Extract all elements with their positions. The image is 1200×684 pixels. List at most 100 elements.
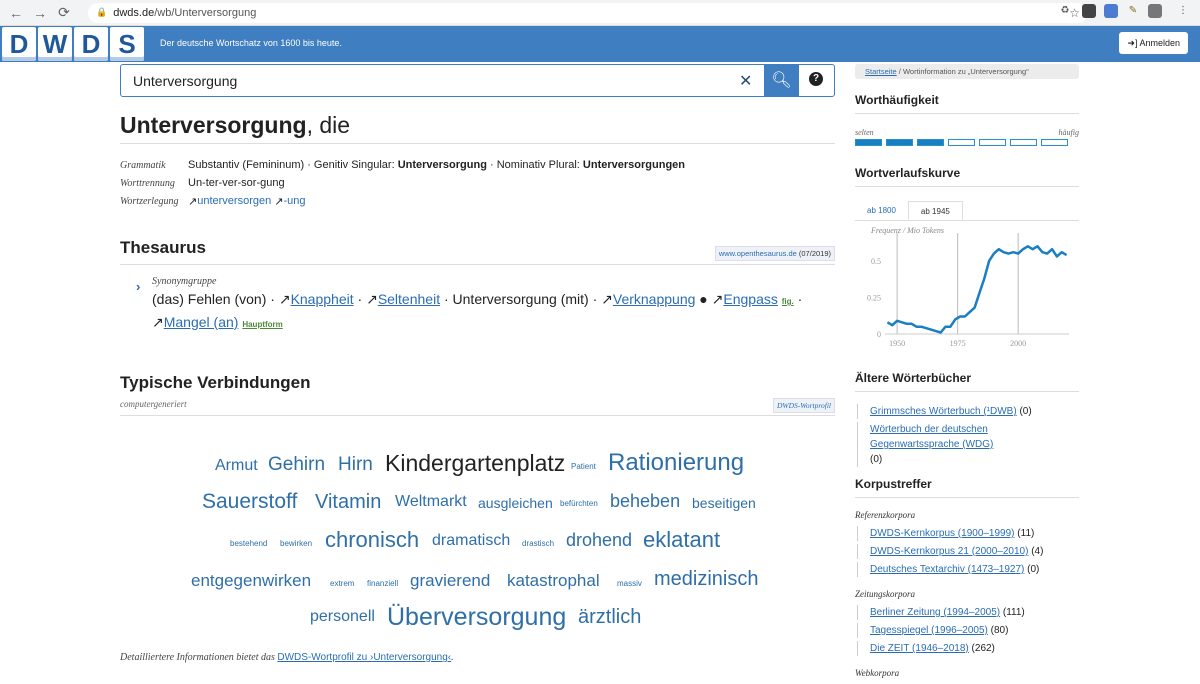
older-dictionaries-list: Grimmsches Wörterbuch (¹DWB) (0) Wörterb… [855, 404, 1079, 467]
collocation-word[interactable]: eklatant [643, 529, 720, 551]
y-tick-label: 0.5 [871, 257, 881, 266]
recycle-extension-icon[interactable]: ♻ [1058, 4, 1072, 18]
camera-extension-icon[interactable] [1104, 4, 1118, 18]
synonym-line: ↗Mangel (an) Hauptform [152, 312, 835, 335]
collocations-heading: Typische Verbindungen [120, 373, 835, 395]
x-tick-label: 1975 [950, 339, 966, 348]
dictionary-link[interactable]: Wörterbuch der deutschen Gegenwartssprac… [870, 424, 993, 450]
hit-count: (0) [1019, 406, 1032, 417]
corpus-link[interactable]: Tagesspiegel (1996–2005) [870, 625, 988, 636]
collocation-word[interactable]: drohend [566, 531, 632, 549]
list-item: Tagesspiegel (1996–2005) (80) [857, 623, 1079, 638]
wortprofil-link[interactable]: DWDS-Wortprofil zu ›Unterversorgung‹ [277, 652, 451, 663]
collocation-word[interactable]: Patient [571, 463, 596, 471]
lemma-article: , die [306, 112, 351, 138]
collocation-word[interactable]: bewirken [280, 540, 312, 548]
synonym-link[interactable]: Engpass [723, 291, 777, 307]
collocation-word[interactable]: beheben [610, 492, 680, 510]
collocation-word[interactable]: Kindergartenplatz [385, 452, 565, 475]
collocation-word[interactable]: dramatisch [432, 533, 510, 549]
synonym-link[interactable]: Verknappung [613, 291, 696, 307]
decomposition-link[interactable]: -ung [284, 195, 306, 207]
collocation-word[interactable]: katastrophal [507, 572, 600, 589]
synonym-link[interactable]: Seltenheit [378, 291, 440, 307]
reload-icon[interactable]: ⟳ [54, 3, 74, 23]
collocation-word[interactable]: Weltmarkt [395, 494, 467, 510]
address-bar[interactable]: 🔒 dwds.de/wb/Unterversorgung ☆ [88, 2, 1088, 23]
main-content: Unterversorgung, die Grammatik Substanti… [120, 112, 835, 632]
collocation-word[interactable]: beseitigen [692, 496, 756, 510]
synonym-link[interactable]: Mangel (an) [164, 314, 239, 330]
frequency-heading: Worthäufigkeit [855, 93, 1079, 114]
corpus-link[interactable]: DWDS-Kernkorpus (1900–1999) [870, 528, 1015, 539]
collocation-word[interactable]: bestehend [230, 540, 267, 548]
arrow-icon: ↗ [366, 291, 378, 307]
decomposition-row: Wortzerlegung ↗ unterversorgen ↗ -ung [120, 192, 835, 210]
collocation-word[interactable]: Rationierung [608, 451, 744, 475]
collocation-word[interactable]: personell [310, 609, 375, 625]
grammar-text: · Nominativ Plural: [486, 159, 583, 171]
help-icon[interactable]: ? [809, 72, 823, 86]
forward-icon[interactable]: → [30, 3, 50, 23]
collocation-word[interactable]: medizinisch [654, 569, 758, 589]
thesaurus-heading-text: Thesaurus [120, 238, 206, 257]
dwds-logo[interactable]: D W D S [2, 27, 144, 61]
corpus-link[interactable]: Die ZEIT (1946–2018) [870, 643, 969, 654]
y-axis-label: Frequenz / Mio Tokens [870, 226, 944, 235]
collocation-word[interactable]: befürchten [560, 500, 598, 508]
hyphenation-value: Un-ter-ver-sor-gung [188, 177, 285, 189]
menu-icon[interactable]: ⋮ [1176, 4, 1190, 18]
decomposition-link[interactable]: unterversorgen [197, 195, 271, 207]
collocation-word[interactable]: Armut [215, 458, 258, 474]
url-host: dwds.de [113, 6, 155, 19]
list-item: Wörterbuch der deutschen Gegenwartssprac… [857, 422, 1007, 467]
corpus-link[interactable]: DWDS-Kernkorpus 21 (2000–2010) [870, 546, 1028, 557]
chevron-right-icon[interactable]: › [136, 276, 140, 297]
word-cloud: Armut Gehirn Hirn Kindergartenplatz Patient R… [120, 416, 835, 632]
collocation-word[interactable]: massiv [617, 580, 642, 588]
login-button[interactable]: ➜] Anmelden [1119, 32, 1188, 54]
freq-high-label: häufig [1058, 128, 1079, 137]
main-form-tag: Hauptform [242, 320, 283, 329]
collocation-word[interactable]: drastisch [522, 540, 554, 548]
collocation-word[interactable]: Gehirn [268, 455, 325, 474]
collocation-word[interactable]: ausgleichen [478, 496, 553, 510]
decomposition-key: Wortzerlegung [120, 195, 179, 207]
thesaurus-heading: Thesaurus www.openthesaurus.de (07/2019) [120, 238, 835, 265]
collocation-word[interactable]: ärztlich [578, 607, 641, 627]
back-icon[interactable]: ← [6, 3, 26, 23]
breadcrumb-home[interactable]: Startseite [865, 67, 897, 76]
extension-icon[interactable] [1082, 4, 1096, 18]
tab-ab-1945[interactable]: ab 1945 [907, 201, 963, 220]
collocation-word[interactable]: entgegenwirken [191, 572, 311, 589]
logo-letter: D [74, 27, 108, 61]
square-extension-icon[interactable] [1148, 4, 1162, 18]
y-tick-label: 0 [877, 330, 881, 339]
collocation-word[interactable]: Hirn [338, 455, 373, 474]
clear-icon[interactable]: ✕ [739, 71, 752, 91]
collocation-word[interactable]: finanziell [367, 580, 398, 588]
corpus-link[interactable]: Deutsches Textarchiv (1473–1927) [870, 564, 1024, 575]
collocation-word[interactable]: gravierend [410, 572, 490, 589]
wortprofil-badge[interactable]: DWDS-Wortprofil [772, 398, 835, 413]
tab-ab-1800[interactable]: ab 1800 [855, 201, 908, 220]
search-button[interactable]: 🔍︎ [764, 64, 799, 97]
corpus-link[interactable]: Berliner Zeitung (1994–2005) [870, 607, 1000, 618]
collocation-word[interactable]: chronisch [325, 529, 419, 551]
curve-tabs: ab 1800 ab 1945 [855, 201, 1079, 221]
synonym-link[interactable]: Knappheit [291, 291, 354, 307]
collocation-word[interactable]: Vitamin [315, 492, 381, 512]
lemma-word: Unterversorgung [120, 112, 307, 138]
corpus-list: Referenzkorpora DWDS-Kernkorpus (1900–19… [855, 510, 1079, 678]
frequency-bars [855, 139, 1079, 146]
source-date: (07/2019) [798, 249, 831, 258]
search-input[interactable]: Unterversorgung [133, 73, 237, 89]
frequency-bar [979, 139, 1006, 146]
dictionary-link[interactable]: Grimmsches Wörterbuch (¹DWB) [870, 406, 1017, 417]
thesaurus-source-badge[interactable]: www.openthesaurus.de (07/2019) [714, 246, 835, 261]
frequency-scale: selten häufig [855, 128, 1079, 137]
pen-extension-icon[interactable]: ✎ [1126, 4, 1140, 18]
collocation-word[interactable]: Überversorgung [387, 605, 566, 630]
collocation-word[interactable]: Sauerstoff [202, 491, 297, 512]
collocation-word[interactable]: extrem [330, 580, 354, 588]
